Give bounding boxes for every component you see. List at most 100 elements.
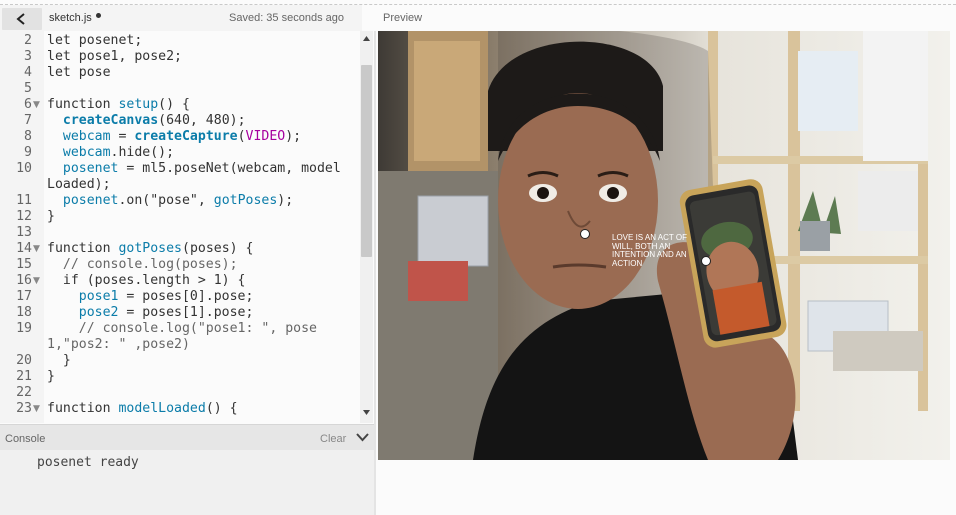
code-line[interactable]: 3 let pose1, pose2; [0,49,362,65]
line-number: 23 [16,401,32,416]
triangle-up-icon[interactable] [363,36,370,41]
code-text[interactable]: // console.log("pose1: ", pose1,"pos2: "… [47,321,347,353]
code-token: webcam [62,129,111,144]
code-line[interactable]: 6 ▼ function setup() { [0,97,362,113]
code-token: ( [237,129,246,144]
code-token: posenet [62,193,119,208]
line-number: 21 [16,369,32,384]
code-token: = poses[1].pose; [118,305,254,320]
fold-toggle-icon[interactable]: ▼ [33,241,40,257]
line-number: 16 [16,273,32,288]
code-token: let posenet; [47,33,143,48]
code-token: if (poses.length > 1) { [47,273,246,288]
code-text[interactable]: } [47,353,347,369]
code-token: } [47,209,55,224]
line-number: 22 [16,385,32,400]
line-number: 2 [24,33,32,48]
code-token: // console.log(poses); [47,257,238,272]
code-token: = [110,129,135,144]
code-text[interactable]: if (poses.length > 1) { [47,273,347,289]
preview-canvas: LOVE IS AN ACT OF WILL, BOTH AN INTENTIO… [378,31,950,460]
code-line[interactable]: 17 pose1 = poses[0].pose; [0,289,362,305]
code-token: function [47,97,119,112]
code-text[interactable]: webcam = createCapture(VIDEO); [47,129,347,145]
file-name[interactable]: sketch.js [49,12,92,24]
code-token: (poses) { [182,241,254,256]
code-line[interactable]: 15 // console.log(poses); [0,257,362,273]
code-text[interactable]: let pose1, pose2; [47,49,347,65]
line-number: 6 [24,97,32,112]
code-line[interactable]: 4 let pose [0,65,362,81]
code-line[interactable]: 13 [0,225,362,241]
code-line[interactable]: 23 ▼ function modelLoaded() { [0,401,362,417]
code-text[interactable]: pose2 = poses[1].pose; [47,305,347,321]
code-token: ); [277,193,294,208]
code-token: modelLoaded [118,401,206,416]
code-line[interactable]: 16 ▼ if (poses.length > 1) { [0,273,362,289]
line-number: 9 [24,145,32,160]
code-text[interactable]: function gotPoses(poses) { [47,241,347,257]
editor-scroll-thumb[interactable] [361,65,372,257]
line-number: 15 [16,257,32,272]
code-line[interactable]: 20 } [0,353,362,369]
code-token: gotPoses [118,241,182,256]
code-token: ); [285,129,302,144]
code-line[interactable]: 2 let posenet; [0,33,362,49]
code-editor[interactable]: 2 let posenet; 3 let pose1, pose2; 4 let pose… [0,31,362,423]
code-text[interactable]: // console.log(poses); [47,257,347,273]
pose-keypoint [580,229,590,239]
line-number: 4 [24,65,32,80]
code-text[interactable]: let pose [47,65,347,81]
code-line[interactable]: 10 posenet = ml5.poseNet(webcam, modelLo… [0,161,362,193]
saved-status: Saved: 35 seconds ago [229,12,344,24]
code-line[interactable]: 7 createCanvas(640, 480); [0,113,362,129]
code-line[interactable]: 8 webcam = createCapture(VIDEO); [0,129,362,145]
chevron-down-icon[interactable] [356,432,369,442]
pane-divider[interactable] [374,31,376,515]
code-text[interactable]: pose1 = poses[0].pose; [47,289,347,305]
line-number: 13 [16,225,32,240]
code-line[interactable]: 14 ▼ function gotPoses(poses) { [0,241,362,257]
unsaved-indicator [96,13,101,18]
code-token: .hide(); [110,145,175,160]
code-text[interactable]: let posenet; [47,33,347,49]
triangle-down-icon[interactable] [363,410,370,415]
code-token: // console.log("pose1: ", pose1,"pos2: "… [47,321,317,352]
code-line[interactable]: 22 [0,385,362,401]
code-token: .on("pose", [118,193,214,208]
code-line[interactable]: 9 webcam.hide(); [0,145,362,161]
fold-toggle-icon[interactable]: ▼ [33,401,40,417]
code-text[interactable]: } [47,369,347,385]
code-text[interactable]: posenet = ml5.poseNet(webcam, modelLoade… [47,161,347,193]
fold-toggle-icon[interactable]: ▼ [33,97,40,113]
code-text[interactable]: } [47,209,347,225]
code-text[interactable]: function modelLoaded() { [47,401,347,417]
code-token: } [47,369,55,384]
code-line[interactable]: 18 pose2 = poses[1].pose; [0,305,362,321]
line-number: 19 [16,321,32,336]
code-token: function [47,241,119,256]
code-text[interactable]: createCanvas(640, 480); [47,113,347,129]
console-clear-button[interactable]: Clear [320,433,346,445]
code-text[interactable]: webcam.hide(); [47,145,347,161]
code-text[interactable]: function setup() { [47,97,347,113]
fold-toggle-icon[interactable]: ▼ [33,273,40,289]
code-line[interactable]: 11 posenet.on("pose", gotPoses); [0,193,362,209]
back-button[interactable] [2,8,42,30]
code-token: (640, 480); [158,113,246,128]
pose-keypoint [701,256,711,266]
line-number: 14 [16,241,32,256]
console-message: posenet ready [37,455,139,470]
line-number: 10 [16,161,32,176]
console-title: Console [5,433,46,445]
code-text[interactable]: posenet.on("pose", gotPoses); [47,193,347,209]
code-line[interactable]: 19 // console.log("pose1: ", pose1,"pos2… [0,321,362,353]
code-token: let pose1, pose2; [47,49,182,64]
code-line[interactable]: 5 [0,81,362,97]
code-line[interactable]: 21} [0,369,362,385]
code-lines[interactable]: 2 let posenet; 3 let pose1, pose2; 4 let pose… [0,33,362,417]
code-line[interactable]: 12} [0,209,362,225]
